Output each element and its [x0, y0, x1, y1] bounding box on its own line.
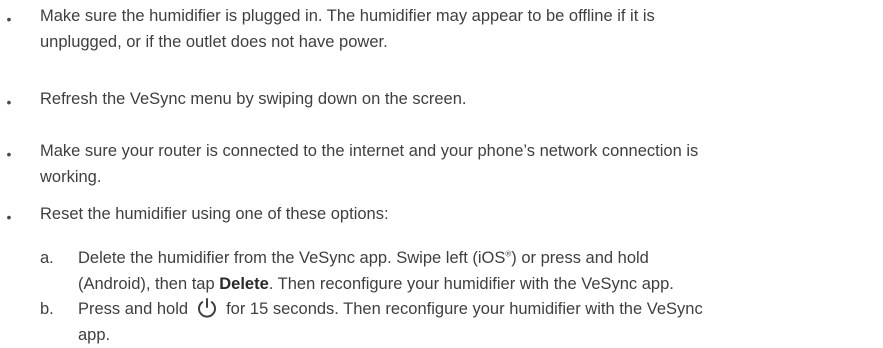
text-segment: for 15 seconds. Then reconfigure your hu…: [226, 300, 703, 318]
troubleshooting-list: • Make sure the humidifier is plugged in…: [0, 0, 883, 344]
list-item-line: Make sure your router is connected to th…: [40, 142, 699, 160]
list-item-line: unplugged, or if the outlet does not hav…: [40, 33, 388, 51]
list-item-line: Refresh the VeSync menu by swiping down …: [40, 90, 467, 108]
list-item-line: working.: [40, 168, 102, 186]
sub-list-line: Delete the humidifier from the VeSync ap…: [78, 245, 858, 271]
list-item-line: Make sure the humidifier is plugged in. …: [40, 7, 655, 25]
bullet-marker: •: [6, 209, 12, 225]
bullet-marker: •: [6, 146, 12, 162]
bullet-marker: •: [6, 11, 12, 27]
power-icon: [196, 297, 218, 319]
sub-list-item-text: Delete the humidifier from the VeSync ap…: [78, 245, 858, 297]
list-item-text: Make sure the humidifier is plugged in. …: [40, 3, 840, 55]
sub-list-line: Press and hold for 15 seconds. Then recon…: [78, 296, 858, 322]
list-item-text: Make sure your router is connected to th…: [40, 138, 840, 190]
text-segment: . Then reconfigure your humidifier with …: [268, 275, 674, 293]
text-segment: (Android), then tap: [78, 275, 220, 293]
text-segment: Press and hold: [78, 300, 189, 318]
text-segment: ) or press and hold: [511, 249, 649, 267]
bullet-marker: •: [6, 94, 12, 110]
sub-list-line: (Android), then tap Delete. Then reconfi…: [78, 271, 858, 297]
sub-list-line: app.: [78, 326, 111, 344]
list-item-text: Reset the humidifier using one of these …: [40, 201, 840, 227]
text-segment: Delete the humidifier from the VeSync ap…: [78, 249, 506, 267]
list-item-line: Reset the humidifier using one of these …: [40, 205, 389, 223]
sub-list-item-text: Press and hold for 15 seconds. Then recon…: [78, 296, 858, 348]
sub-list-marker: b.: [40, 300, 54, 318]
list-item-text: Refresh the VeSync menu by swiping down …: [40, 86, 840, 112]
sub-list-marker: a.: [40, 249, 54, 267]
delete-label: Delete: [219, 275, 269, 293]
